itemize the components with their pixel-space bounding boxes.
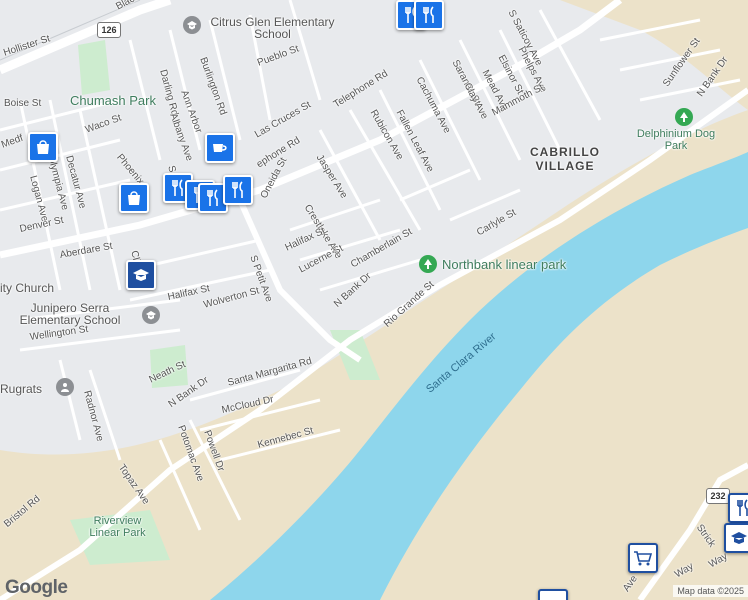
shopping-bag-icon[interactable] [28,132,58,162]
school-icon[interactable] [183,16,201,34]
shopping-bag-icon[interactable] [119,183,149,213]
street-label-boise: Boise St [4,98,42,109]
map-base-layer [0,0,748,600]
restaurant-icon[interactable] [414,0,444,30]
dog-park-icon[interactable] [675,108,693,126]
place-label-chumash-park[interactable]: Chumash Park [70,94,156,107]
park-icon[interactable] [419,255,437,273]
map-attribution[interactable]: Map data ©2025 [673,585,748,597]
chumash-park-area [78,40,110,95]
place-label-citrus-glen[interactable]: Citrus Glen Elementary School [210,16,335,40]
grocery-cart-icon[interactable] [628,543,658,573]
shop-icon[interactable] [538,589,568,600]
school-icon[interactable] [126,260,156,290]
place-label-church[interactable]: ity Church [0,282,54,294]
school-icon[interactable] [724,523,748,553]
place-label-cabrillo-village: CABRILLO VILLAGE [530,145,600,173]
school-icon[interactable] [142,306,160,324]
restaurant-icon[interactable] [223,175,253,205]
place-label-riverview-linear-park[interactable]: Riverview Linear Park [80,515,155,539]
route-232-shield: 232 [706,488,730,504]
childcare-icon[interactable] [56,378,74,396]
place-label-northbank-linear-park[interactable]: Northbank linear park [442,258,566,271]
place-label-delphinium-dog-park[interactable]: Delphinium Dog Park [636,128,716,152]
cafe-icon[interactable] [205,133,235,163]
map-canvas[interactable]: 126 232 Blackb Hollister St Boise St Dar… [0,0,748,600]
place-label-rugrats[interactable]: Rugrats [0,383,42,395]
restaurant-icon[interactable] [728,493,748,523]
place-label-junipero-serra[interactable]: Junipero Serra Elementary School [0,302,140,326]
route-126-shield: 126 [97,22,121,38]
google-logo[interactable]: Google [5,577,68,599]
